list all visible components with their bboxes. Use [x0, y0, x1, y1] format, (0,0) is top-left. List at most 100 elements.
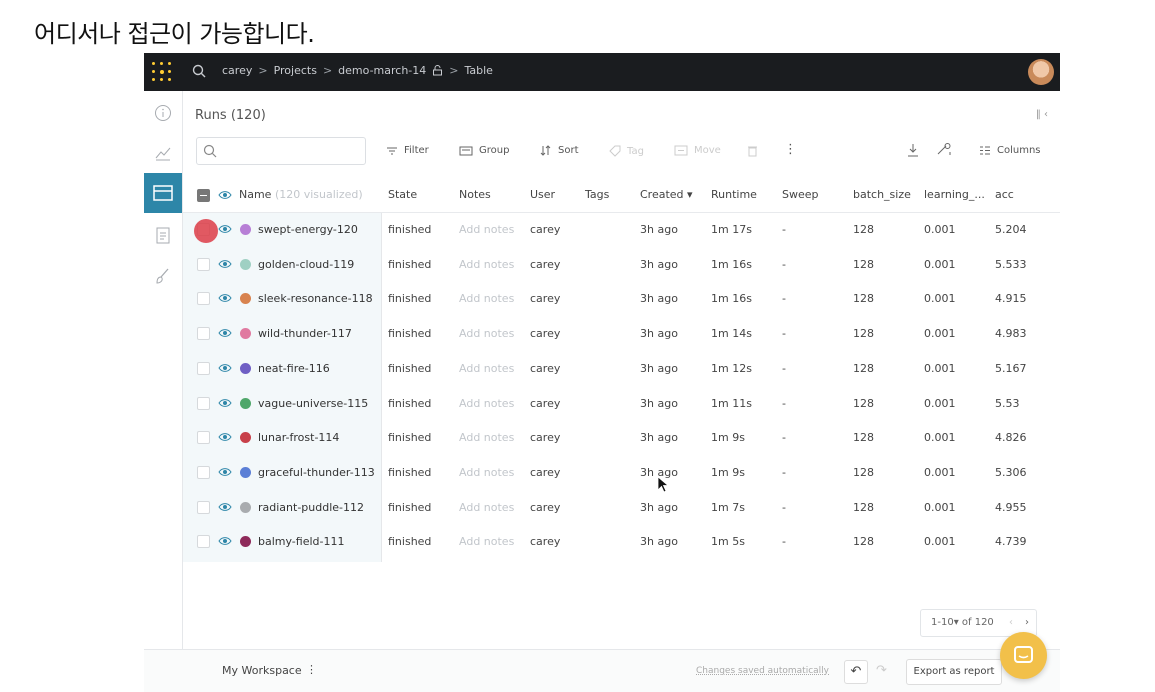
- run-name-link[interactable]: wild-thunder-117: [258, 316, 352, 351]
- run-color-dot[interactable]: [240, 432, 251, 444]
- chat-support-button[interactable]: [1000, 632, 1047, 679]
- chart-icon[interactable]: [153, 143, 173, 163]
- cell-notes[interactable]: Add notes: [459, 316, 514, 351]
- table-row[interactable]: graceful-thunder-113 finished Add notes car…: [183, 455, 1060, 490]
- run-color-dot[interactable]: [240, 536, 251, 548]
- cell-notes[interactable]: Add notes: [459, 212, 514, 247]
- row-checkbox[interactable]: [197, 465, 210, 479]
- table-row[interactable]: vague-universe-115 finished Add notes carey…: [183, 386, 1060, 421]
- cell-notes[interactable]: Add notes: [459, 351, 514, 386]
- table-row[interactable]: wild-thunder-117 finished Add notes carey 3h…: [183, 316, 1060, 351]
- run-name-link[interactable]: balmy-field-111: [258, 524, 344, 559]
- eye-icon[interactable]: [218, 396, 232, 410]
- table-row[interactable]: golden-cloud-119 finished Add notes carey 3h…: [183, 247, 1060, 282]
- run-color-dot[interactable]: [240, 224, 251, 235]
- wandb-logo-icon[interactable]: [152, 62, 172, 82]
- run-name-link[interactable]: vague-universe-115: [258, 386, 368, 421]
- run-name-link[interactable]: graceful-thunder-113: [258, 455, 375, 490]
- workspace-menu-button[interactable]: ⋮: [306, 663, 317, 676]
- download-button[interactable]: [907, 143, 919, 157]
- column-header-acc[interactable]: acc: [995, 178, 1014, 212]
- report-icon[interactable]: [153, 225, 173, 245]
- column-header-tags[interactable]: Tags: [585, 178, 609, 212]
- table-icon[interactable]: [144, 173, 182, 213]
- tag-button[interactable]: Tag: [609, 145, 644, 157]
- column-header-learning-rate[interactable]: learning_...: [924, 178, 985, 212]
- column-header-sweep[interactable]: Sweep: [782, 178, 819, 212]
- user-avatar[interactable]: [1028, 59, 1054, 85]
- workspace-name[interactable]: My Workspace: [222, 664, 302, 677]
- export-report-button[interactable]: Export as report: [906, 659, 1002, 685]
- run-color-dot[interactable]: [240, 258, 251, 270]
- undo-button[interactable]: ↶: [844, 660, 868, 684]
- more-options-button[interactable]: ⋮: [784, 142, 797, 157]
- column-header-batch-size[interactable]: batch_size: [853, 178, 911, 212]
- eye-icon[interactable]: [218, 291, 232, 305]
- run-color-dot[interactable]: [240, 293, 251, 305]
- run-name-link[interactable]: sleek-resonance-118: [258, 281, 373, 316]
- cell-notes[interactable]: Add notes: [459, 281, 514, 316]
- table-row[interactable]: balmy-field-111 finished Add notes carey 3h …: [183, 524, 1060, 559]
- eye-icon[interactable]: [218, 361, 232, 375]
- move-button[interactable]: Move: [674, 145, 721, 156]
- run-color-dot[interactable]: [240, 328, 251, 340]
- column-header-runtime[interactable]: Runtime: [711, 178, 757, 212]
- row-checkbox[interactable]: [197, 327, 210, 341]
- run-color-dot[interactable]: [240, 501, 251, 513]
- run-name-link[interactable]: radiant-puddle-112: [258, 490, 364, 525]
- eye-icon[interactable]: [218, 534, 232, 548]
- run-color-dot[interactable]: [240, 397, 251, 409]
- run-name-link[interactable]: swept-energy-120: [258, 212, 358, 247]
- table-row[interactable]: sleek-resonance-118 finished Add notes care…: [183, 281, 1060, 316]
- cell-notes[interactable]: Add notes: [459, 490, 514, 525]
- table-row[interactable]: swept-energy-120 finished Add notes carey 3h…: [183, 212, 1060, 247]
- pagination-range[interactable]: 1-10▾ of 120: [931, 610, 994, 636]
- table-row[interactable]: lunar-frost-114 finished Add notes carey 3h …: [183, 420, 1060, 455]
- column-header-name[interactable]: Name (120 visualized): [239, 178, 363, 212]
- info-icon[interactable]: [153, 103, 173, 123]
- row-checkbox[interactable]: [197, 361, 210, 375]
- group-button[interactable]: Group: [459, 145, 509, 156]
- row-checkbox[interactable]: [197, 396, 210, 410]
- run-name-link[interactable]: golden-cloud-119: [258, 247, 354, 282]
- delete-button[interactable]: [747, 145, 758, 157]
- brush-icon[interactable]: [153, 266, 173, 286]
- run-name-link[interactable]: lunar-frost-114: [258, 420, 339, 455]
- eye-icon[interactable]: [218, 465, 232, 479]
- column-header-user[interactable]: User: [530, 178, 555, 212]
- eye-icon[interactable]: [218, 222, 232, 236]
- breadcrumb-project[interactable]: demo-march-14: [338, 64, 426, 77]
- column-header-notes[interactable]: Notes: [459, 178, 491, 212]
- run-color-dot[interactable]: [240, 362, 251, 374]
- table-row[interactable]: radiant-puddle-112 finished Add notes carey…: [183, 490, 1060, 525]
- row-checkbox[interactable]: [197, 292, 210, 306]
- select-all-checkbox[interactable]: [197, 189, 210, 202]
- column-header-state[interactable]: State: [388, 178, 417, 212]
- cell-notes[interactable]: Add notes: [459, 524, 514, 559]
- filter-button[interactable]: Filter: [386, 145, 429, 156]
- run-color-dot[interactable]: [240, 466, 251, 478]
- eye-icon[interactable]: [218, 430, 232, 444]
- breadcrumb-table[interactable]: Table: [464, 64, 492, 77]
- redo-button[interactable]: ↷: [876, 663, 887, 678]
- cell-notes[interactable]: Add notes: [459, 455, 514, 490]
- row-checkbox[interactable]: [197, 500, 210, 514]
- eye-icon[interactable]: [218, 500, 232, 514]
- cell-notes[interactable]: Add notes: [459, 420, 514, 455]
- row-checkbox[interactable]: [197, 431, 210, 445]
- row-checkbox[interactable]: [197, 535, 210, 549]
- cell-notes[interactable]: Add notes: [459, 386, 514, 421]
- eye-icon[interactable]: [218, 257, 232, 271]
- row-checkbox[interactable]: [197, 257, 210, 271]
- breadcrumb-projects[interactable]: Projects: [274, 64, 317, 77]
- column-header-created[interactable]: Created ▾: [640, 178, 693, 212]
- prev-page-button[interactable]: ‹: [1009, 610, 1013, 636]
- expand-button[interactable]: [936, 142, 952, 156]
- search-input[interactable]: [196, 137, 366, 165]
- table-row[interactable]: neat-fire-116 finished Add notes carey 3h ag…: [183, 351, 1060, 386]
- columns-button[interactable]: Columns: [979, 145, 1041, 156]
- sort-button[interactable]: Sort: [540, 145, 579, 156]
- collapse-panel-icon[interactable]: ‖ ‹: [1036, 109, 1048, 120]
- eye-icon[interactable]: [218, 326, 232, 340]
- breadcrumb-user[interactable]: carey: [222, 64, 252, 77]
